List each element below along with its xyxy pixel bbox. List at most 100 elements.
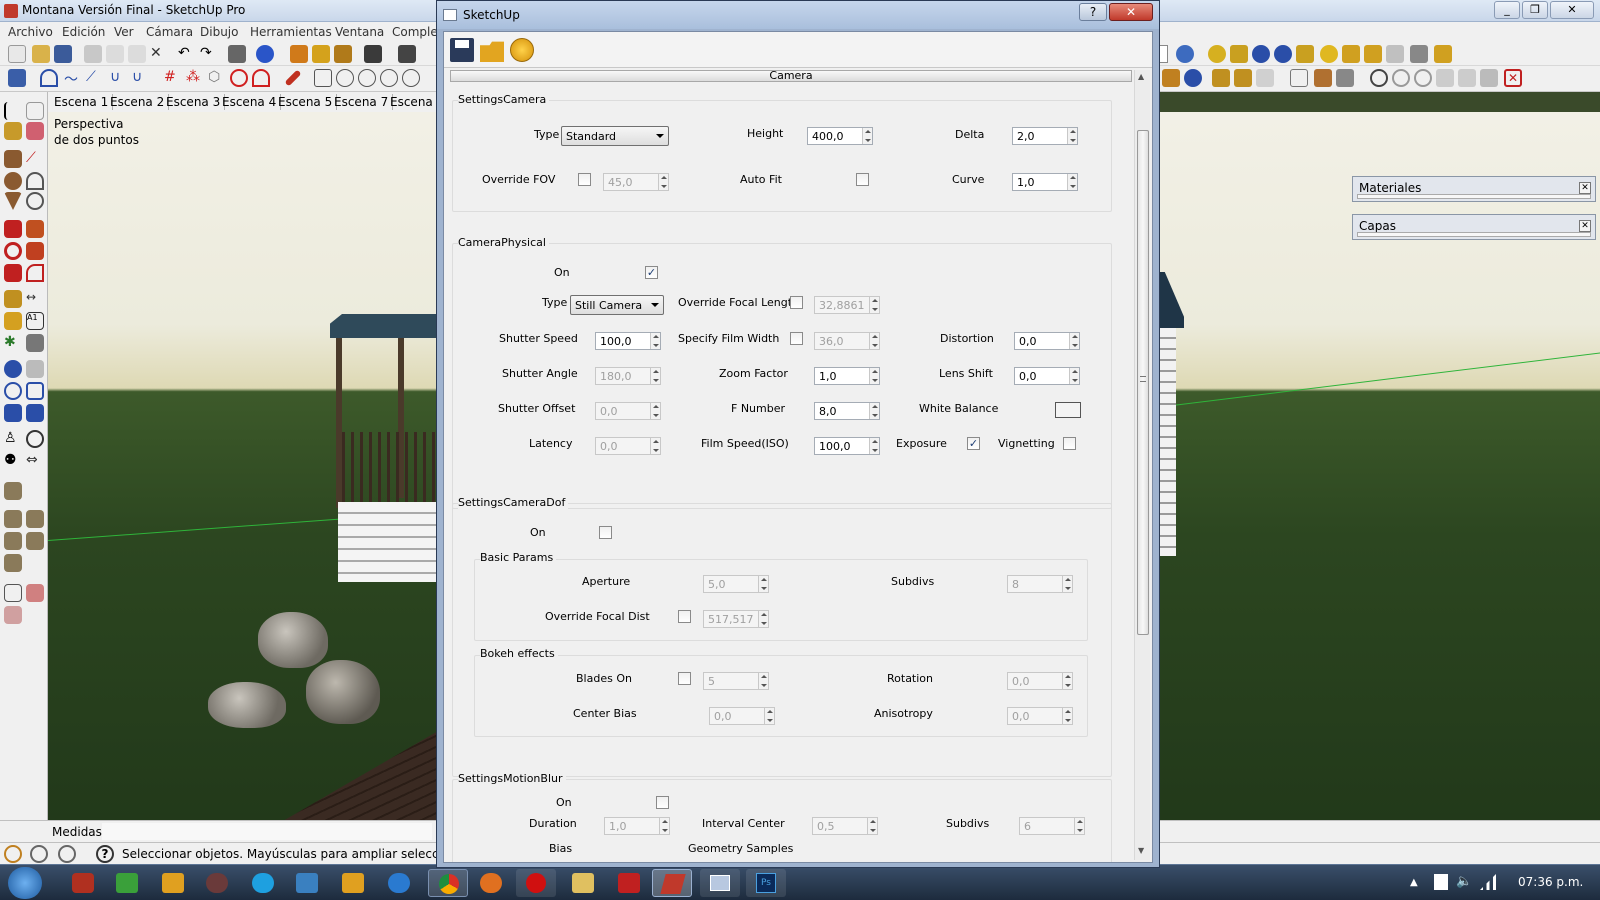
start-button-icon[interactable] — [8, 867, 42, 899]
shutter-offset-spinner[interactable] — [650, 403, 660, 419]
app-close-button[interactable]: ✕ — [1550, 1, 1594, 19]
freehand-icon[interactable]: 〜 — [64, 69, 82, 88]
vray-spot-icon[interactable] — [1364, 45, 1382, 63]
vray-omni-icon[interactable] — [1410, 45, 1428, 63]
tab-escena-4[interactable]: Escena 4 — [218, 94, 282, 110]
center-bias-spinner[interactable] — [764, 708, 774, 724]
shutter-speed-input[interactable]: 100,0 — [595, 332, 661, 350]
film-width-checkbox[interactable] — [790, 332, 803, 345]
open-settings-icon[interactable] — [480, 41, 504, 62]
terrain-b-icon[interactable] — [26, 510, 44, 528]
taskbar-app-window[interactable] — [700, 869, 740, 897]
menu-dibujo[interactable]: Dibujo — [200, 25, 238, 39]
center-bias-input[interactable]: 0,0 — [709, 707, 775, 725]
protractor-icon[interactable] — [4, 312, 22, 330]
measurements-input[interactable] — [102, 823, 432, 840]
taskbar-opera[interactable] — [516, 869, 556, 897]
copy-icon[interactable] — [106, 45, 124, 63]
distortion-input[interactable]: 0,0 — [1014, 332, 1080, 350]
redo-icon[interactable]: ↷ — [200, 45, 218, 63]
lens-shift-input[interactable]: 0,0 — [1014, 367, 1080, 385]
vignetting-checkbox[interactable] — [1063, 437, 1076, 450]
menu-camara[interactable]: Cámara — [146, 25, 193, 39]
reset-settings-icon[interactable] — [510, 38, 534, 62]
circle-icon[interactable] — [230, 69, 248, 87]
vray-light-icon[interactable] — [1342, 45, 1360, 63]
duration-input[interactable]: 1,0 — [604, 817, 670, 835]
skype-icon[interactable] — [252, 873, 274, 893]
signal-icon[interactable] — [1480, 874, 1496, 890]
interval-center-input[interactable]: 0,5 — [812, 817, 878, 835]
pdf-icon[interactable] — [618, 873, 640, 893]
circle-tool-icon[interactable] — [4, 172, 22, 190]
f-number-spinner[interactable] — [869, 403, 879, 419]
extension-icon[interactable] — [334, 45, 352, 63]
shutter-angle-spinner[interactable] — [650, 368, 660, 384]
override-fov-checkbox[interactable] — [578, 173, 591, 186]
camera-type-select[interactable]: Standard — [561, 126, 669, 146]
height-spinner[interactable] — [862, 128, 872, 144]
maximize-button[interactable]: ❐ — [1522, 1, 1548, 19]
f-number-input[interactable]: 8,0 — [814, 402, 880, 420]
taskbar-app-2-icon[interactable] — [116, 873, 138, 893]
network-icon[interactable] — [1434, 874, 1448, 890]
override-focal-dist-checkbox[interactable] — [678, 610, 691, 623]
move-icon[interactable] — [4, 220, 22, 238]
line-icon[interactable]: ⟋ — [86, 69, 104, 87]
move-2-icon[interactable] — [4, 584, 22, 602]
tool-b-icon[interactable] — [1162, 69, 1180, 87]
polygon-icon[interactable]: ⬡ — [208, 69, 226, 87]
blades-spinner[interactable] — [758, 673, 768, 689]
orbit-icon[interactable] — [4, 360, 22, 378]
anisotropy-spinner[interactable] — [1062, 708, 1072, 724]
auto-fit-checkbox[interactable] — [856, 173, 869, 186]
scale-icon[interactable] — [4, 264, 22, 282]
firefox-icon[interactable] — [480, 873, 502, 893]
3d-text-icon[interactable] — [26, 334, 44, 352]
override-focal-checkbox[interactable] — [790, 296, 803, 309]
dof-subdivs-input[interactable]: 8 — [1007, 575, 1073, 593]
eraser-icon[interactable] — [26, 122, 44, 140]
shutter-offset-input[interactable]: 0,0 — [595, 402, 661, 420]
tray-arrow-icon[interactable]: ▲ — [1410, 877, 1418, 888]
tool-g-icon[interactable] — [1290, 69, 1308, 87]
latency-input[interactable]: 0,0 — [595, 437, 661, 455]
walk-icon[interactable]: ⚉ — [4, 452, 22, 470]
tab-escena-more[interactable]: Escena — [386, 94, 437, 110]
tool-p-icon[interactable]: ✕ — [1504, 69, 1522, 87]
taskbar-chrome[interactable] — [428, 869, 468, 897]
terrain-a-icon[interactable] — [4, 510, 22, 528]
dialog-title-bar[interactable]: SketchUp ? ✕ — [437, 1, 1159, 29]
menu-edicion[interactable]: Edición — [62, 25, 105, 39]
warehouse-icon[interactable] — [312, 45, 330, 63]
lens-shift-spinner[interactable] — [1069, 368, 1079, 384]
user-icon[interactable] — [58, 845, 76, 863]
make-component-icon[interactable] — [26, 102, 44, 120]
rectangle-icon[interactable] — [4, 150, 22, 168]
rotate-icon[interactable] — [4, 242, 22, 260]
taskbar-app-1-icon[interactable] — [72, 873, 94, 893]
fov-spinner[interactable] — [658, 174, 668, 190]
zoom-extents-icon[interactable] — [4, 404, 22, 422]
select-icon[interactable] — [4, 102, 22, 120]
tool-l-icon[interactable] — [1414, 69, 1432, 87]
dimension-icon[interactable]: ↔ — [26, 290, 44, 308]
model-info-icon[interactable] — [256, 45, 274, 63]
zoom-factor-spinner[interactable] — [869, 368, 879, 384]
ruby-4-icon[interactable] — [380, 69, 398, 87]
focal-dist-input[interactable]: 517,517 — [703, 610, 769, 628]
physical-type-select[interactable]: Still Camera — [570, 295, 664, 315]
menu-ver[interactable]: Ver — [114, 25, 134, 39]
arc-icon[interactable] — [40, 69, 58, 87]
materials-close-icon[interactable]: ✕ — [1579, 182, 1591, 194]
select-2-icon[interactable] — [8, 69, 26, 87]
offset-icon[interactable] — [26, 264, 44, 282]
follow-me-icon[interactable] — [26, 242, 44, 260]
ruby-3-icon[interactable] — [358, 69, 376, 87]
grid-icon[interactable]: # — [164, 69, 182, 87]
save-icon[interactable] — [54, 45, 72, 63]
tool-n-icon[interactable] — [1458, 69, 1476, 87]
component-icon[interactable] — [290, 45, 308, 63]
ruby-2-icon[interactable] — [336, 69, 354, 87]
tab-camera[interactable]: Camera — [450, 70, 1132, 82]
